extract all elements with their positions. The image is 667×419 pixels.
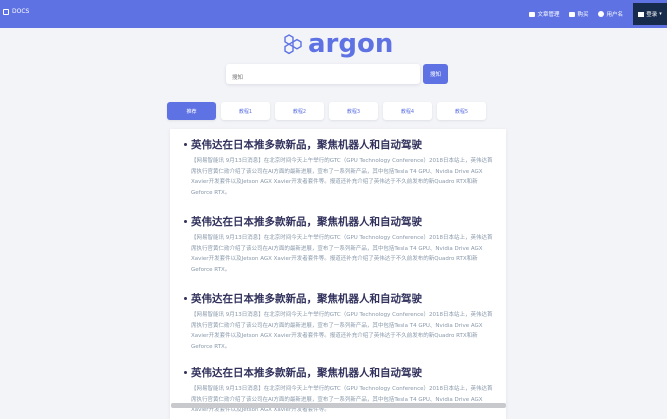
folder-icon [529,11,536,17]
user-icon [598,11,605,17]
tab-tutorial-5[interactable]: 教程5 [437,102,486,120]
logo-text: argon [308,29,394,59]
article-title[interactable]: 英伟达在日本推多款新品，聚焦机器人和自动驾驶 [191,216,497,229]
article-title[interactable]: 英伟达在日本推多款新品，聚焦机器人和自动驾驶 [191,139,497,152]
login-button[interactable]: 登录 ▾ [633,3,667,25]
bullet-icon [184,371,187,374]
nav-right: 文章管理 购买 用户名 登录 ▾ [529,0,667,28]
list-item: 英伟达在日本推多款新品，聚焦机器人和自动驾驶 【网易智能讯 9月13日消息】在北… [184,139,497,198]
nav-item-label: 文章管理 [537,12,560,18]
tab-tutorial-1[interactable]: 教程1 [221,102,270,120]
search-box [226,64,420,88]
tab-tutorial-2[interactable]: 教程2 [275,102,324,120]
book-icon [3,8,9,15]
docs-link[interactable]: DOCS [3,8,29,15]
login-label: 登录 [646,12,658,18]
nav-item-buy[interactable]: 购买 [569,10,588,18]
article-summary: 【网易智能讯 9月13日消息】在北京时间今天上午举行的GTC（GPU Techn… [191,386,493,413]
nav-item-articles[interactable]: 文章管理 [529,10,559,18]
list-item: 英伟达在日本推多款新品，聚焦机器人和自动驾驶 【网易智能讯 9月13日消息】在北… [184,367,497,416]
hexagon-cluster-icon [284,34,302,55]
nav-item-label: 购买 [577,12,589,18]
logo: argon [282,28,393,60]
article-summary: 【网易智能讯 9月13日消息】在北京时间今天上午举行的GTC（GPU Techn… [191,235,493,273]
tab-recommend[interactable]: 推荐 [167,102,216,120]
article-title[interactable]: 英伟达在日本推多款新品，聚焦机器人和自动驾驶 [191,293,497,306]
search-button[interactable]: 搜知 [423,64,448,84]
article-summary: 【网易智能讯 9月13日消息】在北京时间今天上午举行的GTC（GPU Techn… [191,312,493,350]
article-list: 英伟达在日本推多款新品，聚焦机器人和自动驾驶 【网易智能讯 9月13日消息】在北… [170,129,506,419]
tab-tutorial-4[interactable]: 教程4 [383,102,432,120]
article-title[interactable]: 英伟达在日本推多款新品，聚焦机器人和自动驾驶 [191,367,497,380]
nav-item-label: 用户名 [606,12,623,18]
nav-item-user[interactable]: 用户名 [598,10,623,18]
bullet-icon [184,297,187,300]
bullet-icon [184,143,187,146]
top-navbar: DOCS 文章管理 购买 用户名 登录 ▾ [0,0,667,28]
search-input[interactable] [226,68,418,88]
horizontal-scrollbar[interactable] [171,403,506,408]
login-icon [638,11,645,17]
docs-label: DOCS [12,8,30,15]
category-tabs: 推荐 教程1 教程2 教程3 教程4 教程5 [167,102,486,120]
tab-tutorial-3[interactable]: 教程3 [329,102,378,120]
cart-icon [569,11,576,17]
bullet-icon [184,220,187,223]
article-summary: 【网易智能讯 9月13日消息】在北京时间今天上午举行的GTC（GPU Techn… [191,158,493,196]
list-item: 英伟达在日本推多款新品，聚焦机器人和自动驾驶 【网易智能讯 9月13日消息】在北… [184,216,497,275]
caret-down-icon: ▾ [659,11,662,17]
list-item: 英伟达在日本推多款新品，聚焦机器人和自动驾驶 【网易智能讯 9月13日消息】在北… [184,293,497,352]
